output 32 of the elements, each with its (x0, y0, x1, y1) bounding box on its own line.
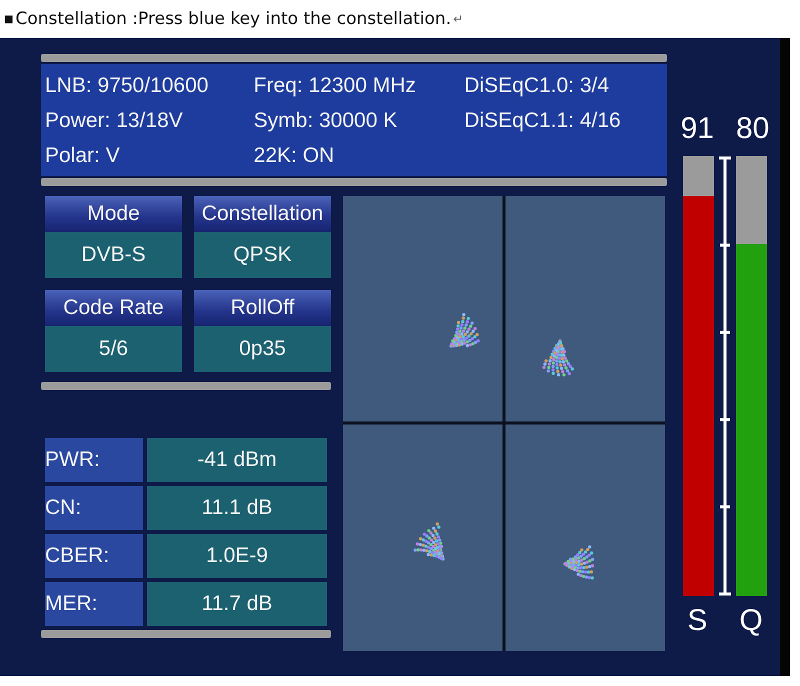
measurement-label: MER: (45, 582, 143, 626)
info-text: 22K: ON (254, 144, 334, 168)
param-label: Code Rate (45, 290, 182, 326)
measurement-value: -41 dBm (147, 438, 327, 482)
bullet-mark: ■ (4, 14, 14, 24)
param-label: RollOff (194, 290, 331, 326)
caption-text: Constellation :Press blue key into the constellation. (15, 9, 452, 29)
info-text: DiSEqC1.0: 3/4 (464, 74, 610, 98)
measurement-value: 11.7 dB (147, 582, 327, 626)
info-text: LNB: 9750/10600 (45, 74, 208, 98)
param-label: Mode (45, 196, 182, 232)
measurement-label: PWR: (45, 438, 143, 482)
measurement-label: CBER: (45, 534, 143, 578)
meter-reading: 80 (736, 112, 770, 146)
param-label: Constellation (194, 196, 331, 232)
param-value: 0p35 (194, 326, 331, 372)
measurement-value: 11.1 dB (147, 486, 327, 530)
param-value: DVB-S (45, 232, 182, 278)
meter-reading: 91 (680, 112, 714, 146)
info-text: Power: 13/18V (45, 109, 183, 132)
info-text: Symb: 30000 K (254, 109, 398, 132)
meter-name: Q (739, 604, 763, 638)
meter-name: S (687, 604, 708, 638)
info-text: DiSEqC1.1: 4/16 (464, 109, 621, 132)
info-text: Polar: V (45, 144, 120, 168)
param-value: 5/6 (45, 326, 182, 372)
measurement-value: 1.0E-9 (147, 534, 327, 578)
info-text: Freq: 12300 MHz (254, 74, 416, 98)
param-value: QPSK (194, 232, 331, 278)
measurement-label: CN: (45, 486, 143, 530)
paragraph-mark: ↵ (453, 12, 464, 26)
scale-icon (719, 156, 731, 596)
